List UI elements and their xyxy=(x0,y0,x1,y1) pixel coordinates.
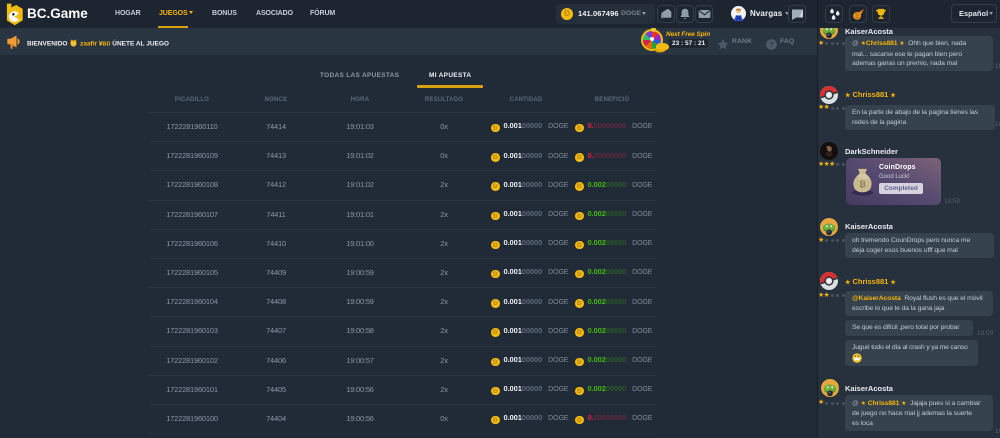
svg-text:₿: ₿ xyxy=(859,180,866,189)
svg-text:₿: ₿ xyxy=(854,13,859,20)
svg-text:?: ? xyxy=(769,40,774,49)
